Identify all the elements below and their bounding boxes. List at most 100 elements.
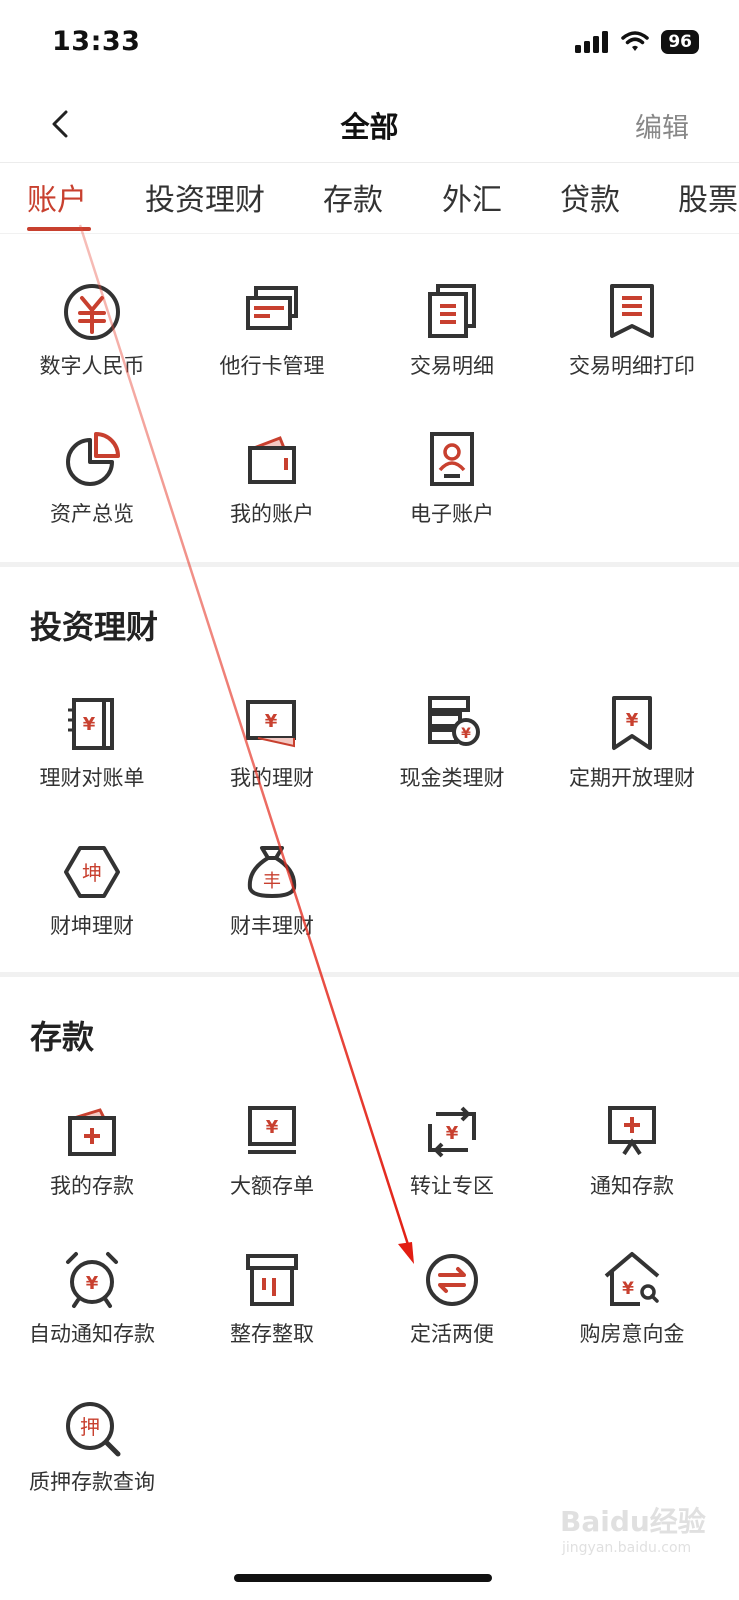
grid-item-label: 自动通知存款 bbox=[29, 1322, 155, 1346]
grid-item-label: 资产总览 bbox=[50, 502, 134, 526]
grid-item-label: 我的账户 bbox=[230, 502, 314, 526]
svg-text:¥: ¥ bbox=[83, 714, 96, 735]
grid-item-label: 交易明细打印 bbox=[569, 354, 695, 378]
battery-indicator: 96 bbox=[661, 30, 699, 54]
grid-item-label: 电子账户 bbox=[410, 502, 494, 526]
tab-forex[interactable]: 外汇 bbox=[442, 175, 502, 219]
svg-text:¥: ¥ bbox=[622, 1279, 634, 1299]
grid-item-large-cd[interactable]: ¥ 大额存单 bbox=[180, 1100, 364, 1240]
grid-item-other-bank-cards[interactable]: 他行卡管理 bbox=[180, 280, 364, 420]
active-tab-indicator bbox=[27, 227, 91, 231]
my-deposit-icon bbox=[68, 1108, 116, 1156]
grid-item-wealth-statement[interactable]: ¥ 理财对账单 bbox=[0, 692, 184, 832]
tab-accounts[interactable]: 账户 bbox=[27, 175, 87, 219]
tab-loans[interactable]: 贷款 bbox=[560, 175, 620, 219]
grid-item-label: 定期开放理财 bbox=[569, 766, 695, 790]
grid-item-label: 理财对账单 bbox=[39, 766, 145, 790]
grid-item-label: 转让专区 bbox=[410, 1174, 494, 1198]
money-bag-icon: 丰 bbox=[247, 846, 297, 899]
nav-bar: 全部 编辑 bbox=[0, 90, 739, 162]
watermark-text: Baidu经验 bbox=[560, 1505, 706, 1538]
grid-item-cash-wealth[interactable]: ¥ 现金类理财 bbox=[360, 692, 544, 832]
svg-text:¥: ¥ bbox=[86, 1273, 99, 1294]
grid-item-label: 质押存款查询 bbox=[29, 1470, 155, 1494]
back-button[interactable] bbox=[40, 104, 80, 144]
grid-item-label: 财丰理财 bbox=[230, 914, 314, 938]
grid-item-asset-overview[interactable]: 资产总览 bbox=[0, 428, 184, 568]
user-card-icon bbox=[430, 432, 474, 486]
tab-wealth[interactable]: 投资理财 bbox=[145, 175, 265, 219]
section-divider bbox=[0, 562, 739, 567]
home-indicator[interactable] bbox=[234, 1574, 492, 1582]
section-divider bbox=[0, 972, 739, 977]
cash-wealth-icon: ¥ bbox=[428, 696, 480, 746]
grid-item-caifeng-wealth[interactable]: 丰 财丰理财 bbox=[180, 840, 364, 980]
pledge-search-icon: 押 bbox=[66, 1402, 121, 1457]
grid-item-label: 财坤理财 bbox=[50, 914, 134, 938]
grid-item-my-wealth[interactable]: ¥ 我的理财 bbox=[180, 692, 364, 832]
grid-item-notice-deposit[interactable]: 通知存款 bbox=[540, 1100, 724, 1240]
svg-text:¥: ¥ bbox=[266, 1117, 279, 1138]
hexagon-kun-icon: 坤 bbox=[64, 846, 120, 898]
svg-text:¥: ¥ bbox=[461, 726, 471, 742]
chevron-left-icon bbox=[52, 110, 68, 138]
signal-icon bbox=[575, 31, 609, 53]
grid-item-my-deposit[interactable]: 我的存款 bbox=[0, 1100, 184, 1240]
wallet-icon bbox=[248, 436, 296, 484]
grid-item-label: 数字人民币 bbox=[39, 354, 145, 378]
category-tab-bar: 账户 投资理财 存款 外汇 贷款 股票 bbox=[0, 162, 739, 234]
grid-item-digital-rmb[interactable]: 数字人民币 bbox=[0, 280, 184, 420]
grid-item-home-purchase-deposit[interactable]: ¥ 购房意向金 bbox=[540, 1248, 724, 1388]
my-wealth-icon: ¥ bbox=[246, 700, 296, 748]
grid-item-label: 定活两便 bbox=[410, 1322, 494, 1346]
receipt-icon bbox=[610, 284, 654, 338]
svg-text:押: 押 bbox=[80, 1415, 100, 1439]
wifi-icon bbox=[621, 31, 650, 51]
grid-item-transfer-zone[interactable]: ¥ 转让专区 bbox=[360, 1100, 544, 1240]
svg-text:¥: ¥ bbox=[265, 711, 278, 732]
svg-text:坤: 坤 bbox=[82, 861, 102, 885]
alarm-clock-icon: ¥ bbox=[66, 1252, 118, 1308]
grid-item-periodic-open-wealth[interactable]: ¥ 定期开放理财 bbox=[540, 692, 724, 832]
grid-item-auto-notice-deposit[interactable]: ¥ 自动通知存款 bbox=[0, 1248, 184, 1388]
cards-icon bbox=[246, 286, 298, 330]
digital-rmb-icon bbox=[64, 284, 120, 340]
status-bar: 13:33 96 bbox=[0, 0, 739, 90]
house-search-icon: ¥ bbox=[604, 1252, 660, 1306]
box-icon bbox=[246, 1254, 298, 1306]
transaction-detail-icon bbox=[428, 284, 476, 338]
bookmark-yuan-icon: ¥ bbox=[612, 696, 652, 750]
grid-item-label: 我的存款 bbox=[50, 1174, 134, 1198]
tab-stocks[interactable]: 股票 bbox=[678, 175, 738, 219]
large-cd-icon: ¥ bbox=[248, 1106, 296, 1154]
grid-item-pledge-deposit-query[interactable]: 押 质押存款查询 bbox=[0, 1396, 184, 1536]
grid-item-lump-sum-deposit[interactable]: 整存整取 bbox=[180, 1248, 364, 1388]
grid-item-caikun-wealth[interactable]: 坤 财坤理财 bbox=[0, 840, 184, 980]
grid-item-e-account[interactable]: 电子账户 bbox=[360, 428, 544, 568]
exchange-icon bbox=[426, 1254, 478, 1306]
grid-item-label: 整存整取 bbox=[230, 1322, 314, 1346]
grid-item-label: 交易明细 bbox=[410, 354, 494, 378]
watermark: Baidu经验 jingyan.baidu.com bbox=[560, 1498, 720, 1562]
grid-item-label: 现金类理财 bbox=[399, 766, 505, 790]
svg-text:¥: ¥ bbox=[626, 710, 639, 731]
pie-chart-icon bbox=[66, 432, 120, 486]
grid-item-transaction-detail[interactable]: 交易明细 bbox=[360, 280, 544, 420]
edit-button[interactable]: 编辑 bbox=[635, 106, 689, 145]
grid-item-my-account[interactable]: 我的账户 bbox=[180, 428, 364, 568]
watermark-url: jingyan.baidu.com bbox=[562, 1540, 692, 1556]
grid-item-label: 大额存单 bbox=[230, 1174, 314, 1198]
transfer-zone-icon: ¥ bbox=[428, 1106, 476, 1158]
tab-deposits[interactable]: 存款 bbox=[323, 175, 383, 219]
svg-text:¥: ¥ bbox=[446, 1123, 459, 1144]
grid-item-transaction-print[interactable]: 交易明细打印 bbox=[540, 280, 724, 420]
grid-item-label: 通知存款 bbox=[590, 1174, 674, 1198]
section-title-deposits: 存款 bbox=[30, 1018, 95, 1056]
section-title-wealth: 投资理财 bbox=[30, 608, 159, 646]
status-icons: 96 bbox=[575, 30, 699, 54]
grid-item-label: 购房意向金 bbox=[579, 1322, 685, 1346]
notice-deposit-icon bbox=[608, 1106, 656, 1156]
page-title: 全部 bbox=[340, 110, 399, 144]
svg-text:丰: 丰 bbox=[263, 871, 281, 892]
grid-item-flexible-deposit[interactable]: 定活两便 bbox=[360, 1248, 544, 1388]
